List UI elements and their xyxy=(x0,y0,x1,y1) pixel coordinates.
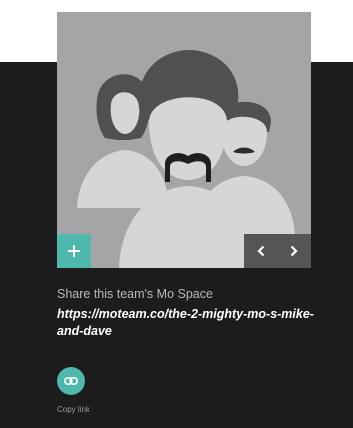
team-silhouettes-icon xyxy=(77,50,295,268)
chevron-left-icon xyxy=(256,245,264,257)
avatar-nav-controls xyxy=(244,234,311,268)
add-photo-button[interactable] xyxy=(57,234,91,268)
previous-button[interactable] xyxy=(244,234,277,268)
chevron-right-icon xyxy=(290,245,298,257)
copy-link-label: Copy link xyxy=(57,405,90,414)
next-button[interactable] xyxy=(277,234,310,268)
team-avatar-card xyxy=(57,12,311,268)
share-heading: Share this team's Mo Space xyxy=(57,287,213,301)
link-icon xyxy=(64,377,78,385)
share-url-link[interactable]: https://moteam.co/the-2-mighty-mo-s-mike… xyxy=(57,306,319,340)
copy-link-button[interactable] xyxy=(57,367,85,395)
plus-icon xyxy=(68,245,80,257)
